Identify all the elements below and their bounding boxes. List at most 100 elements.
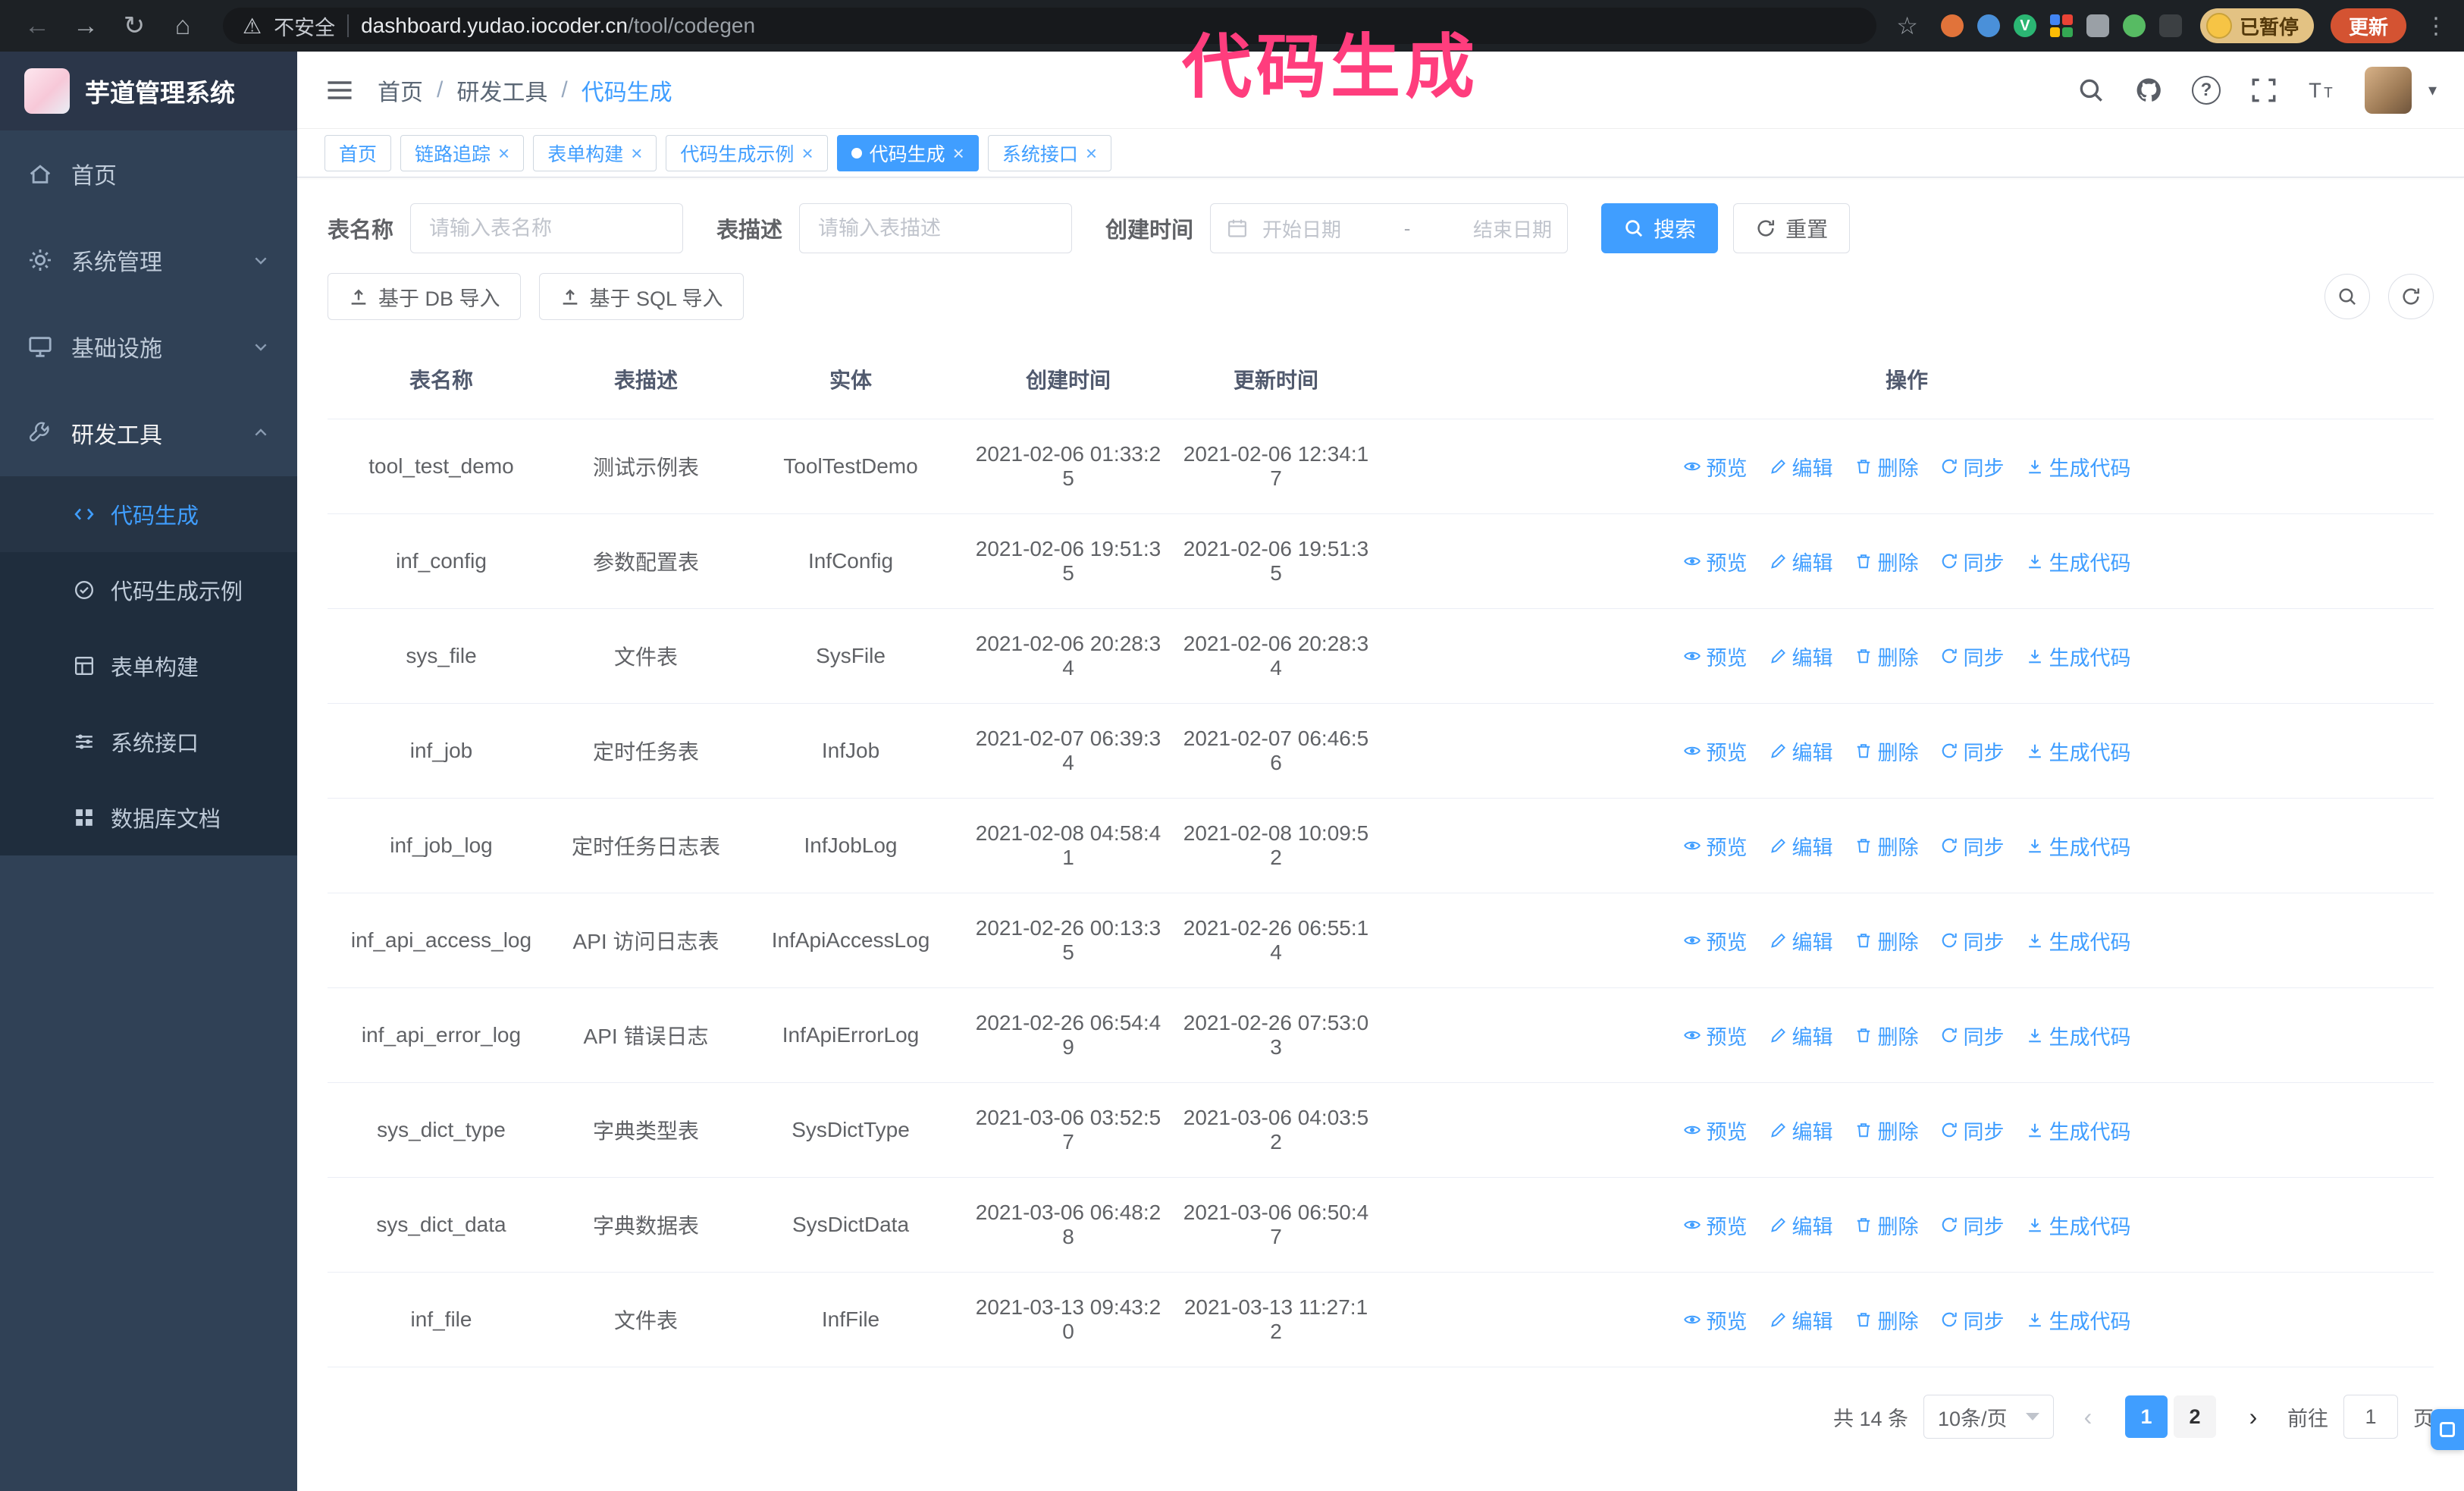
action-preview-link[interactable]: 预览 [1683,736,1748,766]
tab-close-icon[interactable]: × [498,143,509,163]
extension-icon[interactable] [2158,14,2182,37]
tab-item[interactable]: 代码生成示例 × [666,134,828,171]
action-generate-link[interactable]: 生成代码 [2026,926,2131,956]
tab-close-icon[interactable]: × [953,143,964,163]
avatar-caret-icon[interactable]: ▾ [2428,80,2437,100]
date-range-picker[interactable]: 开始日期 - 结束日期 [1210,203,1569,253]
back-button[interactable]: ← [17,11,58,41]
action-delete-link[interactable]: 删除 [1854,1305,1919,1335]
action-generate-link[interactable]: 生成代码 [2026,642,2131,671]
action-delete-link[interactable]: 删除 [1854,642,1919,671]
action-generate-link[interactable]: 生成代码 [2026,736,2131,766]
github-icon[interactable] [2134,76,2163,105]
prev-page-button[interactable]: ‹ [2069,1395,2107,1438]
action-delete-link[interactable]: 删除 [1854,1210,1919,1240]
home-button[interactable]: ⌂ [162,11,203,41]
action-delete-link[interactable]: 删除 [1854,547,1919,576]
action-sync-link[interactable]: 同步 [1940,926,2005,956]
action-sync-link[interactable]: 同步 [1940,547,2005,576]
search-button[interactable]: 搜索 [1601,203,1719,253]
bookmark-star-icon[interactable]: ☆ [1896,11,1918,40]
action-preview-link[interactable]: 预览 [1683,1021,1748,1050]
sidebar-item-db-doc[interactable]: 数据库文档 [0,780,297,855]
tab-item[interactable]: 首页 [324,134,392,171]
goto-page-input[interactable] [2343,1395,2398,1439]
header-search-icon[interactable] [2077,76,2105,105]
action-edit-link[interactable]: 编辑 [1769,1116,1833,1145]
action-edit-link[interactable]: 编辑 [1769,547,1833,576]
reset-button[interactable]: 重置 [1733,203,1851,253]
action-preview-link[interactable]: 预览 [1683,926,1748,956]
action-delete-link[interactable]: 删除 [1854,452,1919,482]
action-generate-link[interactable]: 生成代码 [2026,547,2131,576]
action-edit-link[interactable]: 编辑 [1769,831,1833,861]
refresh-table-button[interactable] [2388,274,2434,319]
action-generate-link[interactable]: 生成代码 [2026,1116,2131,1145]
sidebar-item-codegen[interactable]: 代码生成 [0,476,297,552]
action-edit-link[interactable]: 编辑 [1769,926,1833,956]
user-avatar[interactable] [2364,66,2412,114]
tab-close-icon[interactable]: × [631,143,642,163]
sidebar-item-system[interactable]: 系统管理 [0,217,297,303]
action-preview-link[interactable]: 预览 [1683,1116,1748,1145]
profile-chip[interactable]: 已暂停 [2199,8,2314,43]
action-delete-link[interactable]: 删除 [1854,1116,1919,1145]
action-sync-link[interactable]: 同步 [1940,831,2005,861]
action-sync-link[interactable]: 同步 [1940,1116,2005,1145]
action-edit-link[interactable]: 编辑 [1769,1305,1833,1335]
import-db-button[interactable]: 基于 DB 导入 [328,273,521,320]
import-sql-button[interactable]: 基于 SQL 导入 [538,273,744,320]
extension-icon[interactable] [2122,14,2146,37]
action-preview-link[interactable]: 预览 [1683,1305,1748,1335]
action-delete-link[interactable]: 删除 [1854,831,1919,861]
table-desc-input[interactable] [799,203,1073,253]
extension-icon[interactable] [2086,14,2109,37]
extension-icon[interactable] [1940,14,1964,37]
corner-widget[interactable] [2431,1409,2464,1450]
tab-item[interactable]: 系统接口 × [987,134,1112,171]
extension-icon[interactable] [2049,14,2073,37]
action-preview-link[interactable]: 预览 [1683,547,1748,576]
action-edit-link[interactable]: 编辑 [1769,1210,1833,1240]
breadcrumb-item[interactable]: 研发工具 [456,74,547,107]
action-sync-link[interactable]: 同步 [1940,1021,2005,1050]
action-sync-link[interactable]: 同步 [1940,1210,2005,1240]
fullscreen-icon[interactable] [2249,76,2278,105]
sidebar-item-devtools[interactable]: 研发工具 [0,390,297,476]
extension-icon[interactable] [1977,14,2000,37]
sidebar-item-api[interactable]: 系统接口 [0,704,297,780]
breadcrumb-item[interactable]: 首页 [378,74,423,107]
action-preview-link[interactable]: 预览 [1683,642,1748,671]
action-edit-link[interactable]: 编辑 [1769,736,1833,766]
sidebar-item-infra[interactable]: 基础设施 [0,303,297,390]
action-delete-link[interactable]: 删除 [1854,736,1919,766]
action-generate-link[interactable]: 生成代码 [2026,1021,2131,1050]
toggle-search-button[interactable] [2324,274,2370,319]
extension-icon[interactable]: V [2013,14,2036,37]
page-size-select[interactable]: 10条/页 [1923,1395,2054,1439]
reload-button[interactable]: ↻ [114,11,155,41]
tab-close-icon[interactable]: × [801,143,813,163]
sidebar-item-codegen-example[interactable]: 代码生成示例 [0,552,297,628]
next-page-button[interactable]: › [2234,1395,2272,1438]
not-secure-label[interactable]: 不安全 [274,11,335,41]
action-sync-link[interactable]: 同步 [1940,452,2005,482]
font-size-icon[interactable]: TT [2307,76,2336,105]
action-preview-link[interactable]: 预览 [1683,1210,1748,1240]
browser-update-button[interactable]: 更新 [2330,8,2406,43]
action-delete-link[interactable]: 删除 [1854,1021,1919,1050]
page-number-button[interactable]: 1 [2125,1395,2168,1438]
tab-item[interactable]: 链路追踪 × [400,134,525,171]
action-generate-link[interactable]: 生成代码 [2026,1305,2131,1335]
action-generate-link[interactable]: 生成代码 [2026,452,2131,482]
forward-button[interactable]: → [65,11,106,41]
table-name-input[interactable] [410,203,684,253]
sidebar-item-home[interactable]: 首页 [0,130,297,217]
action-generate-link[interactable]: 生成代码 [2026,1210,2131,1240]
page-number-button[interactable]: 2 [2174,1395,2216,1438]
action-sync-link[interactable]: 同步 [1940,642,2005,671]
help-icon[interactable]: ? [2191,75,2221,105]
action-edit-link[interactable]: 编辑 [1769,1021,1833,1050]
address-bar[interactable]: ⚠ 不安全 dashboard.yudao.iocoder.cn/tool/co… [223,8,1877,44]
browser-menu-icon[interactable]: ⋮ [2425,13,2447,39]
